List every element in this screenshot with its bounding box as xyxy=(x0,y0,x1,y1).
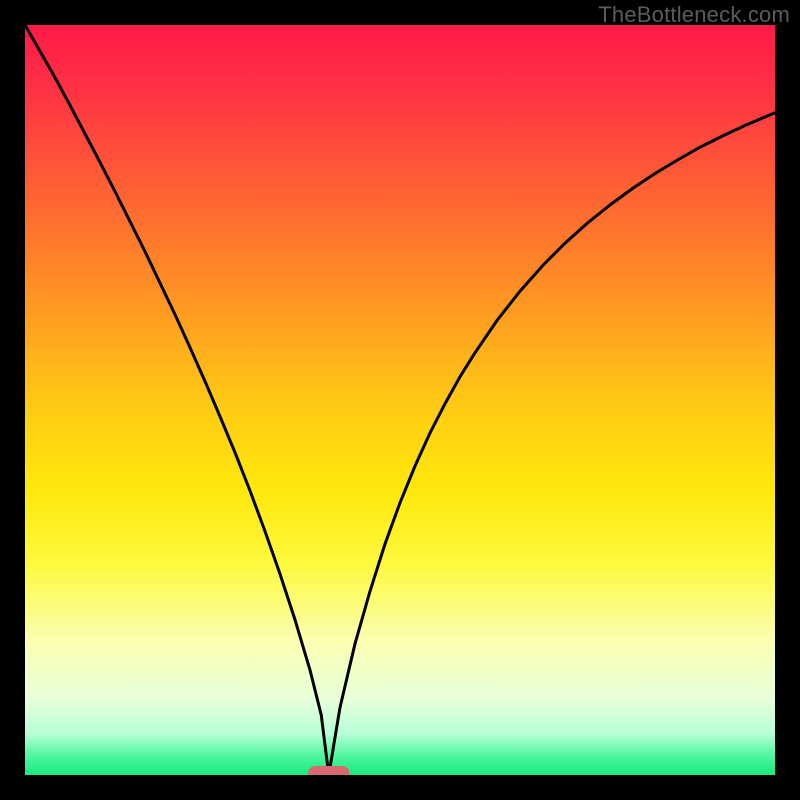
watermark-text: TheBottleneck.com xyxy=(598,2,790,28)
chart-frame xyxy=(25,25,775,775)
chart-svg xyxy=(25,25,775,775)
background-gradient xyxy=(25,25,775,775)
minimum-marker xyxy=(308,766,349,775)
